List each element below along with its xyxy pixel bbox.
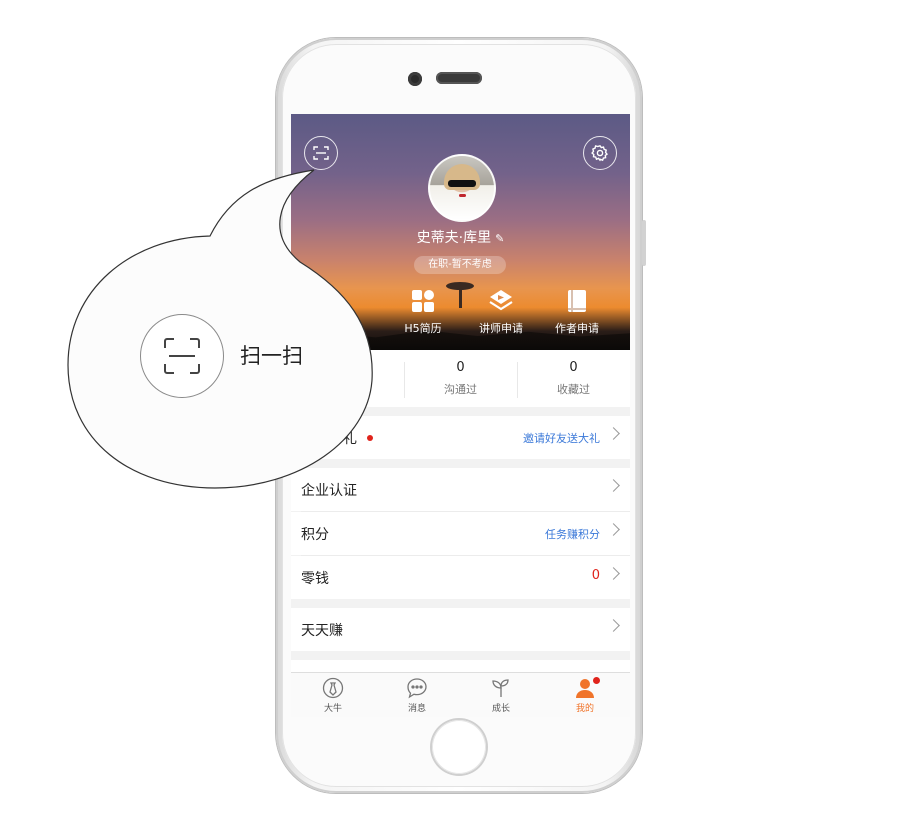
- stat-favorited-label: 收藏过: [557, 383, 590, 396]
- row-invite[interactable]: 邀请有礼 邀请好友送大礼: [291, 416, 630, 459]
- stat-favorited-value: 0: [569, 360, 578, 375]
- job-status-badge[interactable]: 在职-暂不考虑: [414, 256, 506, 274]
- row-enterprise-label: 企业认证: [301, 483, 357, 499]
- edit-icon[interactable]: ✎: [495, 232, 504, 245]
- callout-scan-circle: [140, 314, 224, 398]
- avatar[interactable]: [428, 154, 496, 222]
- scan-icon: [164, 338, 200, 374]
- action-h5-label: H5简历: [404, 322, 442, 335]
- stat-contacted[interactable]: 0 沟通过: [404, 360, 517, 397]
- tab-growth-label: 成长: [491, 704, 510, 714]
- tab-growth[interactable]: 成长: [459, 677, 543, 714]
- scan-icon: [313, 146, 329, 160]
- stats-bar: 看过我 0 沟通过 0 收藏过: [291, 350, 630, 407]
- sprout-icon: [492, 679, 509, 697]
- chevron-right-icon: [607, 567, 620, 580]
- layers-icon: [489, 290, 513, 311]
- profile-name-row[interactable]: 史蒂夫·库里 ✎: [291, 227, 630, 247]
- settings-button[interactable]: [583, 136, 617, 170]
- callout-content: 扫一扫: [140, 314, 340, 398]
- row-partial: [291, 660, 630, 672]
- front-camera: [408, 72, 422, 86]
- action-author-label: 作者申请: [555, 322, 599, 335]
- tab-daniu-label: 大牛: [323, 704, 342, 714]
- tab-mine[interactable]: 我的: [543, 677, 627, 714]
- action-h5-resume[interactable]: H5简历: [383, 288, 463, 336]
- profile-name: 史蒂夫·库里: [416, 230, 492, 246]
- chevron-right-icon: [607, 427, 620, 440]
- chevron-right-icon: [607, 523, 620, 536]
- tab-messages-label: 消息: [407, 704, 426, 714]
- chevron-right-icon: [607, 619, 620, 632]
- tie-icon: [322, 677, 344, 699]
- side-button: [642, 220, 646, 266]
- row-points-hint: 任务赚积分: [545, 528, 600, 541]
- gear-icon: [591, 144, 608, 162]
- home-button[interactable]: [432, 720, 486, 774]
- grid-icon: [412, 290, 434, 312]
- callout-label: 扫一扫: [240, 344, 303, 368]
- notification-dot: [593, 677, 600, 684]
- row-wallet[interactable]: 零钱 0: [291, 556, 630, 599]
- row-points[interactable]: 积分 任务赚积分: [291, 512, 630, 555]
- earpiece-speaker: [436, 72, 482, 84]
- row-wallet-balance: 0: [591, 568, 600, 583]
- row-points-label: 积分: [301, 527, 329, 543]
- tab-messages[interactable]: 消息: [375, 677, 459, 714]
- row-invite-hint: 邀请好友送大礼: [523, 432, 600, 445]
- action-author-apply[interactable]: 作者申请: [537, 288, 617, 336]
- stat-contacted-value: 0: [456, 360, 465, 375]
- notification-dot: [367, 435, 373, 441]
- stat-favorited[interactable]: 0 收藏过: [517, 360, 630, 397]
- avatar-lips: [459, 194, 466, 197]
- tab-mine-label: 我的: [575, 704, 594, 714]
- avatar-glasses: [448, 180, 476, 187]
- action-lecturer-apply[interactable]: 讲师申请: [461, 288, 541, 336]
- action-lecturer-label: 讲师申请: [479, 322, 523, 335]
- row-wallet-label: 零钱: [301, 571, 329, 587]
- scan-button[interactable]: [304, 136, 338, 170]
- app-screen: 史蒂夫·库里 ✎ 在职-暂不考虑 H5简历 讲师申请 作者申请 看过我 0 沟通…: [291, 114, 630, 717]
- bottom-tab-bar: 大牛 消息 成长 我的: [291, 672, 630, 717]
- book-icon: [568, 290, 586, 312]
- tab-daniu[interactable]: 大牛: [291, 677, 375, 714]
- row-daily-earn[interactable]: 天天赚: [291, 608, 630, 651]
- profile-header: 史蒂夫·库里 ✎ 在职-暂不考虑 H5简历 讲师申请 作者申请: [291, 114, 630, 350]
- row-daily-earn-label: 天天赚: [301, 623, 343, 639]
- row-enterprise[interactable]: 企业认证: [291, 468, 630, 511]
- row-invite-label: 邀请有礼: [301, 431, 357, 447]
- chat-icon: [407, 678, 427, 699]
- chevron-right-icon: [607, 479, 620, 492]
- stat-contacted-label: 沟通过: [444, 383, 477, 396]
